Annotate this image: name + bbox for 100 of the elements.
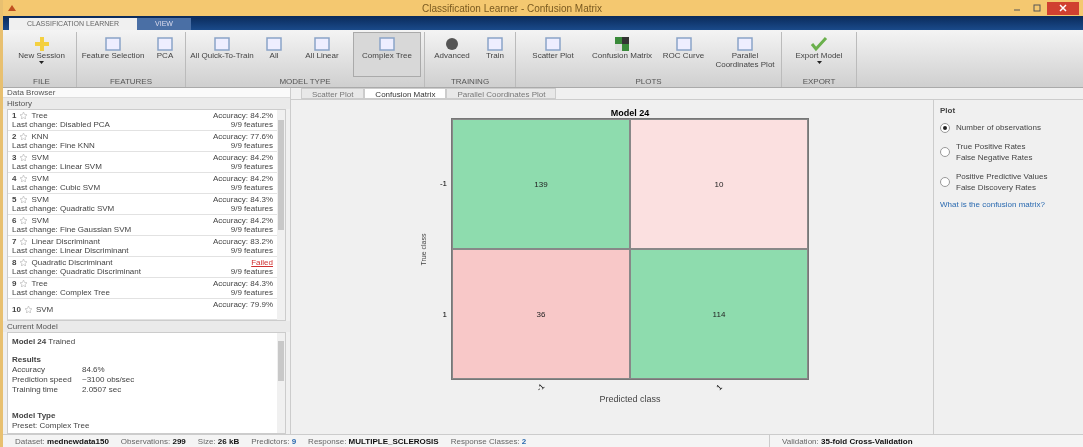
model-type-heading: Model Type (12, 411, 57, 420)
window-icon (736, 36, 754, 52)
history-item[interactable]: 5 SVM Accuracy: 84.3% Last change: Quadratic SVM 9/9 features (8, 194, 277, 215)
status-item: Observations: 299 (120, 436, 186, 446)
toolbar-button[interactable]: All (257, 32, 291, 77)
radio-button[interactable] (940, 177, 950, 187)
model-status: Model 24 Trained (12, 337, 77, 346)
history-item[interactable]: 10 SVM Accuracy: 79.9% (8, 299, 277, 320)
close-icon (1059, 4, 1067, 12)
group-label: FILE (32, 77, 51, 87)
toolbar-button[interactable]: PCA (148, 32, 182, 77)
scrollbar[interactable] (277, 333, 285, 433)
document-tab[interactable]: Confusion Matrix (364, 88, 447, 99)
window-icon (486, 36, 504, 52)
status-item: Response Classes: 2 (450, 436, 527, 446)
history-item[interactable]: 7 Linear Discriminant Accuracy: 83.2% Last change: Linear Discriminant 9/9 features (8, 236, 277, 257)
star-icon (20, 133, 28, 140)
toolbar-button[interactable]: Scatter Plot (519, 32, 587, 77)
history-item[interactable]: 3 SVM Accuracy: 84.2% Last change: Linear SVM 9/9 features (8, 152, 277, 173)
star-icon (20, 112, 28, 119)
matrix-cell: 139 (452, 119, 630, 249)
history-item[interactable]: 6 SVM Accuracy: 84.2% Last change: Fine Gaussian SVM 9/9 features (8, 215, 277, 236)
status-item: Size: 26 kB (197, 436, 240, 446)
toolbar-button[interactable]: All Linear (293, 32, 351, 77)
status-item: Response: MULTIPLE_SCLEROSIS (308, 436, 439, 446)
toolbar-button[interactable]: New Session (10, 32, 73, 77)
result-label: Training time (12, 385, 59, 394)
result-label: Prediction speed (12, 375, 73, 384)
history-item[interactable]: 9 Tree Accuracy: 84.3% Last change: Complex Tree 9/9 features (8, 278, 277, 299)
history-item[interactable]: 4 SVM Accuracy: 84.2% Last change: Cubic SVM 9/9 features (8, 173, 277, 194)
status-item: Validation: 35-fold Cross-Validation (782, 436, 913, 446)
section-header[interactable]: Current Model (3, 321, 290, 332)
chart-title: Model 24 (609, 108, 651, 118)
toolbar-button[interactable]: Advanced (428, 32, 476, 77)
option-label: True Positive Rates False Negative Rates (956, 141, 1033, 164)
matrix-cell: 114 (630, 249, 808, 379)
toolbar-button[interactable]: Complex Tree (353, 32, 421, 77)
window-icon (265, 36, 283, 52)
maximize-icon[interactable] (1033, 4, 1041, 12)
preset-text: Preset: Complex Tree (12, 421, 91, 430)
group-label: TRAINING (449, 77, 491, 87)
toolbar-button[interactable]: ROC Curve (657, 32, 710, 77)
group-label: EXPORT (801, 77, 837, 87)
plus-icon (32, 36, 51, 52)
close-button[interactable] (1047, 1, 1079, 15)
panel-title: Data Browser (3, 88, 290, 98)
window-icon (156, 36, 174, 52)
window-icon (674, 36, 693, 52)
option-label: Positive Predictive Values False Discovery Rates (956, 171, 1048, 194)
window-icon (104, 36, 122, 52)
window-icon (378, 36, 396, 52)
window-icon (544, 36, 562, 52)
status-item: Dataset: mednewdata150 (15, 436, 109, 446)
panel-title: Plot (940, 106, 957, 115)
matrix-icon (613, 36, 631, 52)
history-item[interactable]: 8 Quadratic Discriminant Failed Last change: Quadratic Discriminant 9/9 features (8, 257, 277, 278)
group-label: FEATURES (108, 77, 154, 87)
history-item[interactable]: 2 KNN Accuracy: 77.6% Last change: Fine KNN 9/9 features (8, 131, 277, 152)
star-icon (24, 305, 32, 313)
result-value: ~3100 obs/sec (82, 375, 136, 384)
document-tab[interactable]: Parallel Coordinates Plot (446, 88, 557, 99)
tick-label: -1 (534, 381, 547, 393)
toolbar-button[interactable]: Confusion Matrix (589, 32, 655, 77)
tick-label: -1 (439, 179, 447, 188)
result-label: Accuracy (12, 365, 46, 374)
document-tab[interactable]: Scatter Plot (301, 88, 365, 99)
toolbar-button[interactable]: Feature Selection (80, 32, 146, 77)
help-link[interactable]: What is the confusion matrix? (940, 200, 1077, 209)
matrix-cell: 10 (630, 119, 808, 249)
group-label: PLOTS (634, 77, 663, 87)
scrollbar[interactable] (277, 110, 285, 320)
radio-button[interactable] (940, 147, 950, 157)
caret-icon (816, 60, 822, 64)
option-label: Number of observations (956, 122, 1041, 134)
star-icon (20, 217, 28, 224)
window-icon (213, 36, 231, 52)
window-title: Classification Learner - Confusion Matrix (420, 2, 604, 14)
results-heading: Results (12, 355, 42, 364)
window-icon (313, 36, 331, 52)
toolbar-button[interactable]: Parallel Coordinates Plot (712, 32, 778, 77)
section-header[interactable]: History (3, 98, 290, 109)
star-icon (20, 280, 28, 287)
caret-icon (39, 60, 44, 64)
axis-label: Predicted class (598, 394, 662, 406)
toolbar-button[interactable]: All Quick-To-Train (189, 32, 255, 77)
matrix-cell: 36 (452, 249, 630, 379)
star-icon (20, 259, 28, 266)
tick-label: 1 (714, 382, 725, 392)
star-icon (20, 175, 28, 182)
toolbar-button[interactable]: Export Model (785, 32, 853, 77)
result-value: 84.6% (82, 365, 106, 374)
radio-button[interactable] (940, 122, 950, 133)
history-item[interactable]: 1 Tree Accuracy: 84.2% Last change: Disabled PCA 9/9 features (8, 110, 277, 131)
toolbar-button[interactable]: Train (478, 32, 512, 77)
tick-label: 1 (442, 310, 447, 319)
app-icon (7, 3, 17, 13)
status-item: Predictors: 9 (251, 436, 297, 446)
result-value: 2.0507 sec (82, 385, 123, 394)
star-icon (20, 238, 28, 245)
checkmark-icon (810, 36, 828, 52)
